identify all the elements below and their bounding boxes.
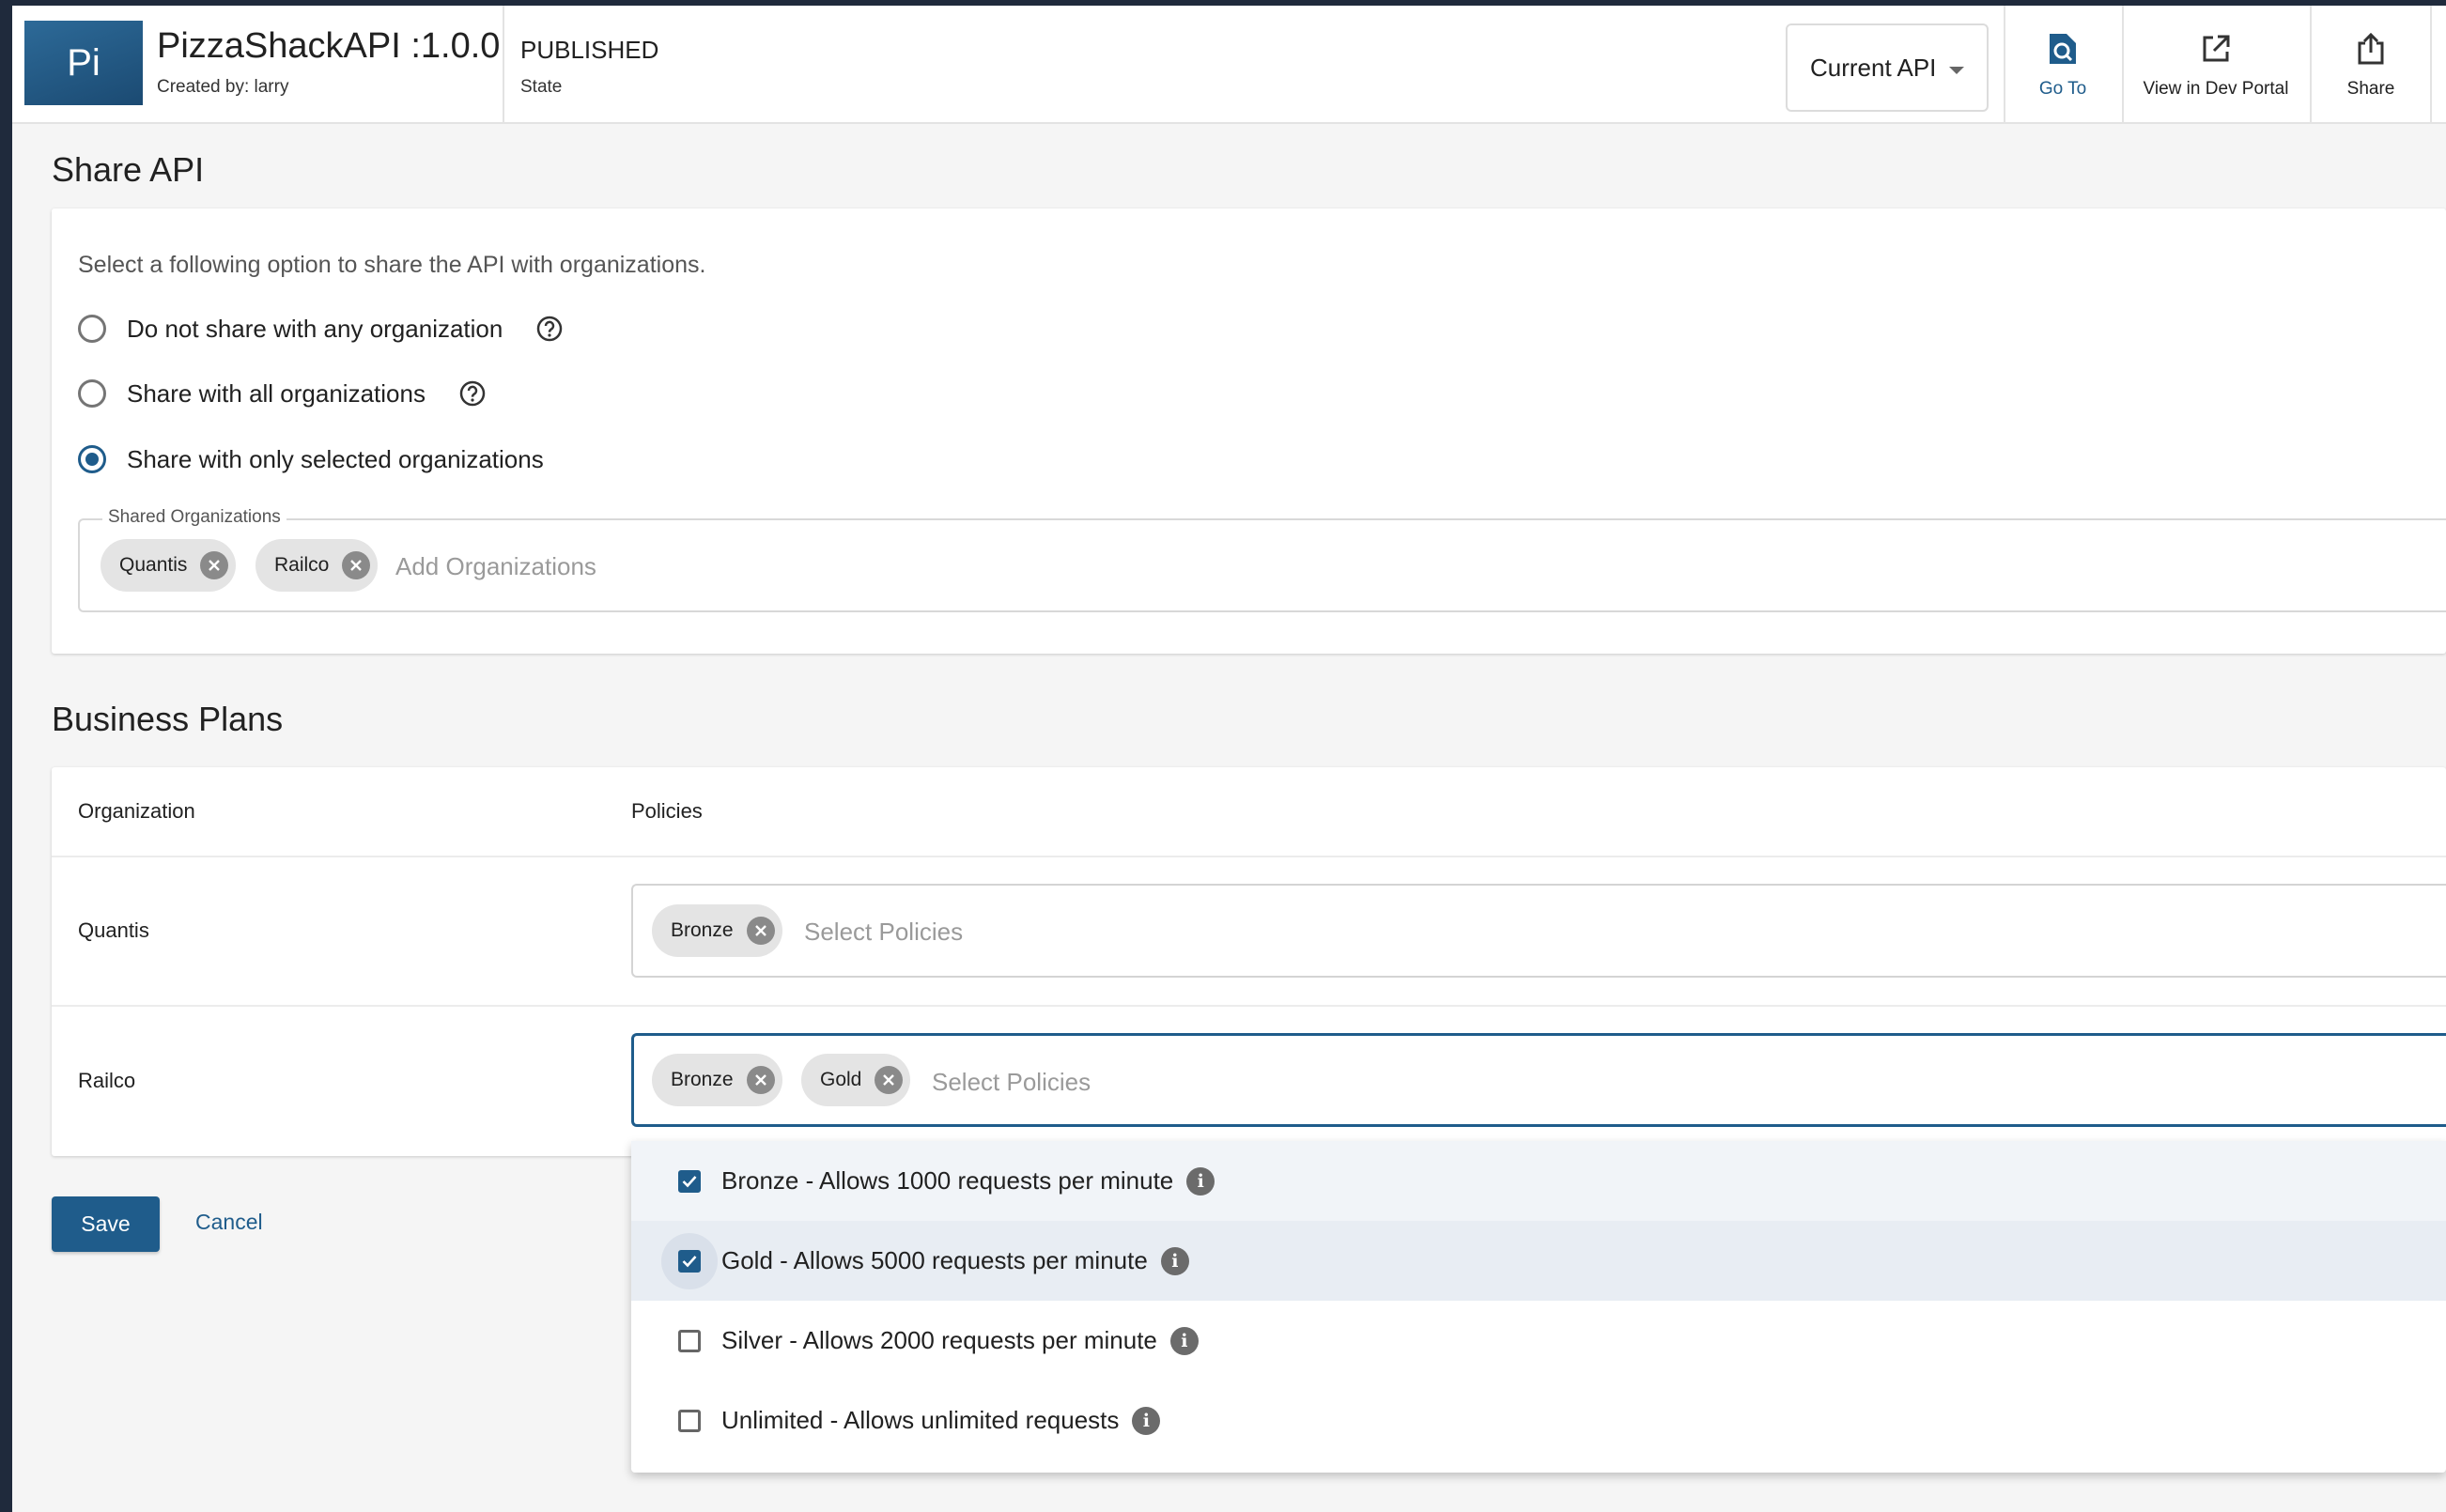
policy-chip-bronze: Bronze (652, 904, 782, 957)
share-hint: Select a following option to share the A… (78, 252, 706, 278)
share-api-card: Select a following option to share the A… (52, 208, 2446, 654)
radio-button[interactable] (78, 315, 106, 343)
checkbox-checked[interactable] (678, 1169, 701, 1193)
header-divider (2430, 6, 2432, 124)
org-chip-quantis: Quantis (101, 539, 237, 592)
option-label: Silver - Allows 2000 requests per minute (721, 1326, 1157, 1354)
option-label: Bronze - Allows 1000 requests per minute (721, 1166, 1174, 1195)
add-organizations-placeholder: Add Organizations (395, 552, 596, 580)
state-value: PUBLISHED (520, 36, 659, 64)
save-button[interactable]: Save (52, 1196, 160, 1252)
select-policies-placeholder: Select Policies (932, 1068, 1091, 1096)
org-cell-quantis: Quantis (78, 918, 149, 942)
row-divider (52, 1005, 2446, 1007)
help-icon[interactable] (459, 380, 486, 407)
chip-label: Bronze (671, 1069, 734, 1090)
chip-label: Bronze (671, 919, 734, 941)
option-label: Gold - Allows 5000 requests per minute (721, 1246, 1148, 1274)
policies-dropdown: Bronze - Allows 1000 requests per minute… (631, 1141, 2446, 1473)
business-plans-title: Business Plans (52, 700, 284, 738)
chip-label: Railco (274, 554, 330, 576)
chevron-down-icon (1949, 67, 1964, 74)
info-icon[interactable]: i (1186, 1166, 1215, 1196)
state-label: State (520, 77, 563, 97)
external-link-icon (2197, 30, 2235, 68)
checkbox[interactable] (678, 1329, 701, 1352)
chip-label: Quantis (119, 554, 188, 576)
option-label: Share with only selected organizations (127, 444, 544, 473)
help-icon[interactable] (536, 316, 563, 342)
checkbox-focus-ring (661, 1232, 718, 1289)
api-title: PizzaShackAPI :1.0.0 (157, 26, 501, 66)
view-in-dev-portal-button[interactable]: View in Dev Portal (2124, 6, 2308, 124)
option-no-share[interactable]: Do not share with any organization (78, 310, 563, 347)
remove-chip-icon[interactable] (200, 551, 229, 579)
chip-label: Gold (820, 1069, 862, 1090)
left-rail (0, 0, 12, 1512)
version-select-value: Current API (1810, 53, 1937, 82)
row-divider (52, 856, 2446, 857)
share-label: Share (2346, 79, 2395, 99)
select-policies-placeholder: Select Policies (804, 918, 964, 946)
info-icon[interactable]: i (1132, 1406, 1161, 1435)
checkbox-checked[interactable] (678, 1249, 701, 1273)
view-in-dev-portal-label: View in Dev Portal (2143, 79, 2289, 99)
policy-option-bronze[interactable]: Bronze - Allows 1000 requests per minute… (631, 1141, 2446, 1221)
radio-button[interactable] (78, 379, 106, 408)
remove-chip-icon[interactable] (746, 917, 775, 945)
remove-chip-icon[interactable] (875, 1066, 904, 1094)
org-chip-railco: Railco (255, 539, 379, 592)
policy-select-railco[interactable]: Bronze Gold Select Policies (631, 1033, 2446, 1127)
shared-organizations-legend: Shared Organizations (102, 507, 286, 528)
radio-button-checked[interactable] (78, 445, 106, 473)
option-share-all[interactable]: Share with all organizations (78, 375, 486, 412)
option-share-selected[interactable]: Share with only selected organizations (78, 440, 544, 478)
search-document-icon (2044, 30, 2082, 68)
share-api-title: Share API (52, 150, 205, 189)
policy-select-quantis[interactable]: Bronze Select Policies (631, 884, 2446, 978)
cancel-button[interactable]: Cancel (195, 1210, 263, 1235)
info-icon[interactable]: i (1169, 1326, 1199, 1355)
go-to-button[interactable]: Go To (2005, 6, 2120, 124)
column-header-organization: Organization (78, 799, 195, 823)
checkbox[interactable] (678, 1409, 701, 1432)
version-select[interactable]: Current API (1786, 23, 1989, 112)
api-created-by: Created by: larry (157, 77, 289, 97)
business-plans-table: Organization Policies Quantis Bronze Sel… (52, 767, 2446, 1156)
policy-chip-gold: Gold (801, 1054, 911, 1106)
api-header: Pi PizzaShackAPI :1.0.0 Created by: larr… (12, 6, 2446, 124)
policy-option-silver[interactable]: Silver - Allows 2000 requests per minute… (631, 1301, 2446, 1381)
remove-chip-icon[interactable] (746, 1066, 775, 1094)
info-icon[interactable]: i (1160, 1246, 1189, 1275)
policy-option-unlimited[interactable]: Unlimited - Allows unlimited requests i (631, 1381, 2446, 1460)
api-logo: Pi (24, 21, 143, 105)
column-header-policies: Policies (631, 799, 703, 823)
shared-organizations-input[interactable]: Shared Organizations Quantis Railco Add … (78, 507, 2446, 612)
go-to-label: Go To (2038, 79, 2087, 99)
remove-chip-icon[interactable] (342, 551, 371, 579)
option-label: Share with all organizations (127, 378, 426, 408)
option-label: Unlimited - Allows unlimited requests (721, 1406, 1120, 1434)
org-cell-railco: Railco (78, 1069, 136, 1092)
policy-option-gold[interactable]: Gold - Allows 5000 requests per minute i (631, 1221, 2446, 1301)
option-label: Do not share with any organization (127, 314, 503, 343)
policy-chip-bronze: Bronze (652, 1054, 782, 1106)
share-icon (2352, 30, 2390, 68)
header-divider (503, 6, 504, 124)
share-button[interactable]: Share (2312, 6, 2430, 124)
